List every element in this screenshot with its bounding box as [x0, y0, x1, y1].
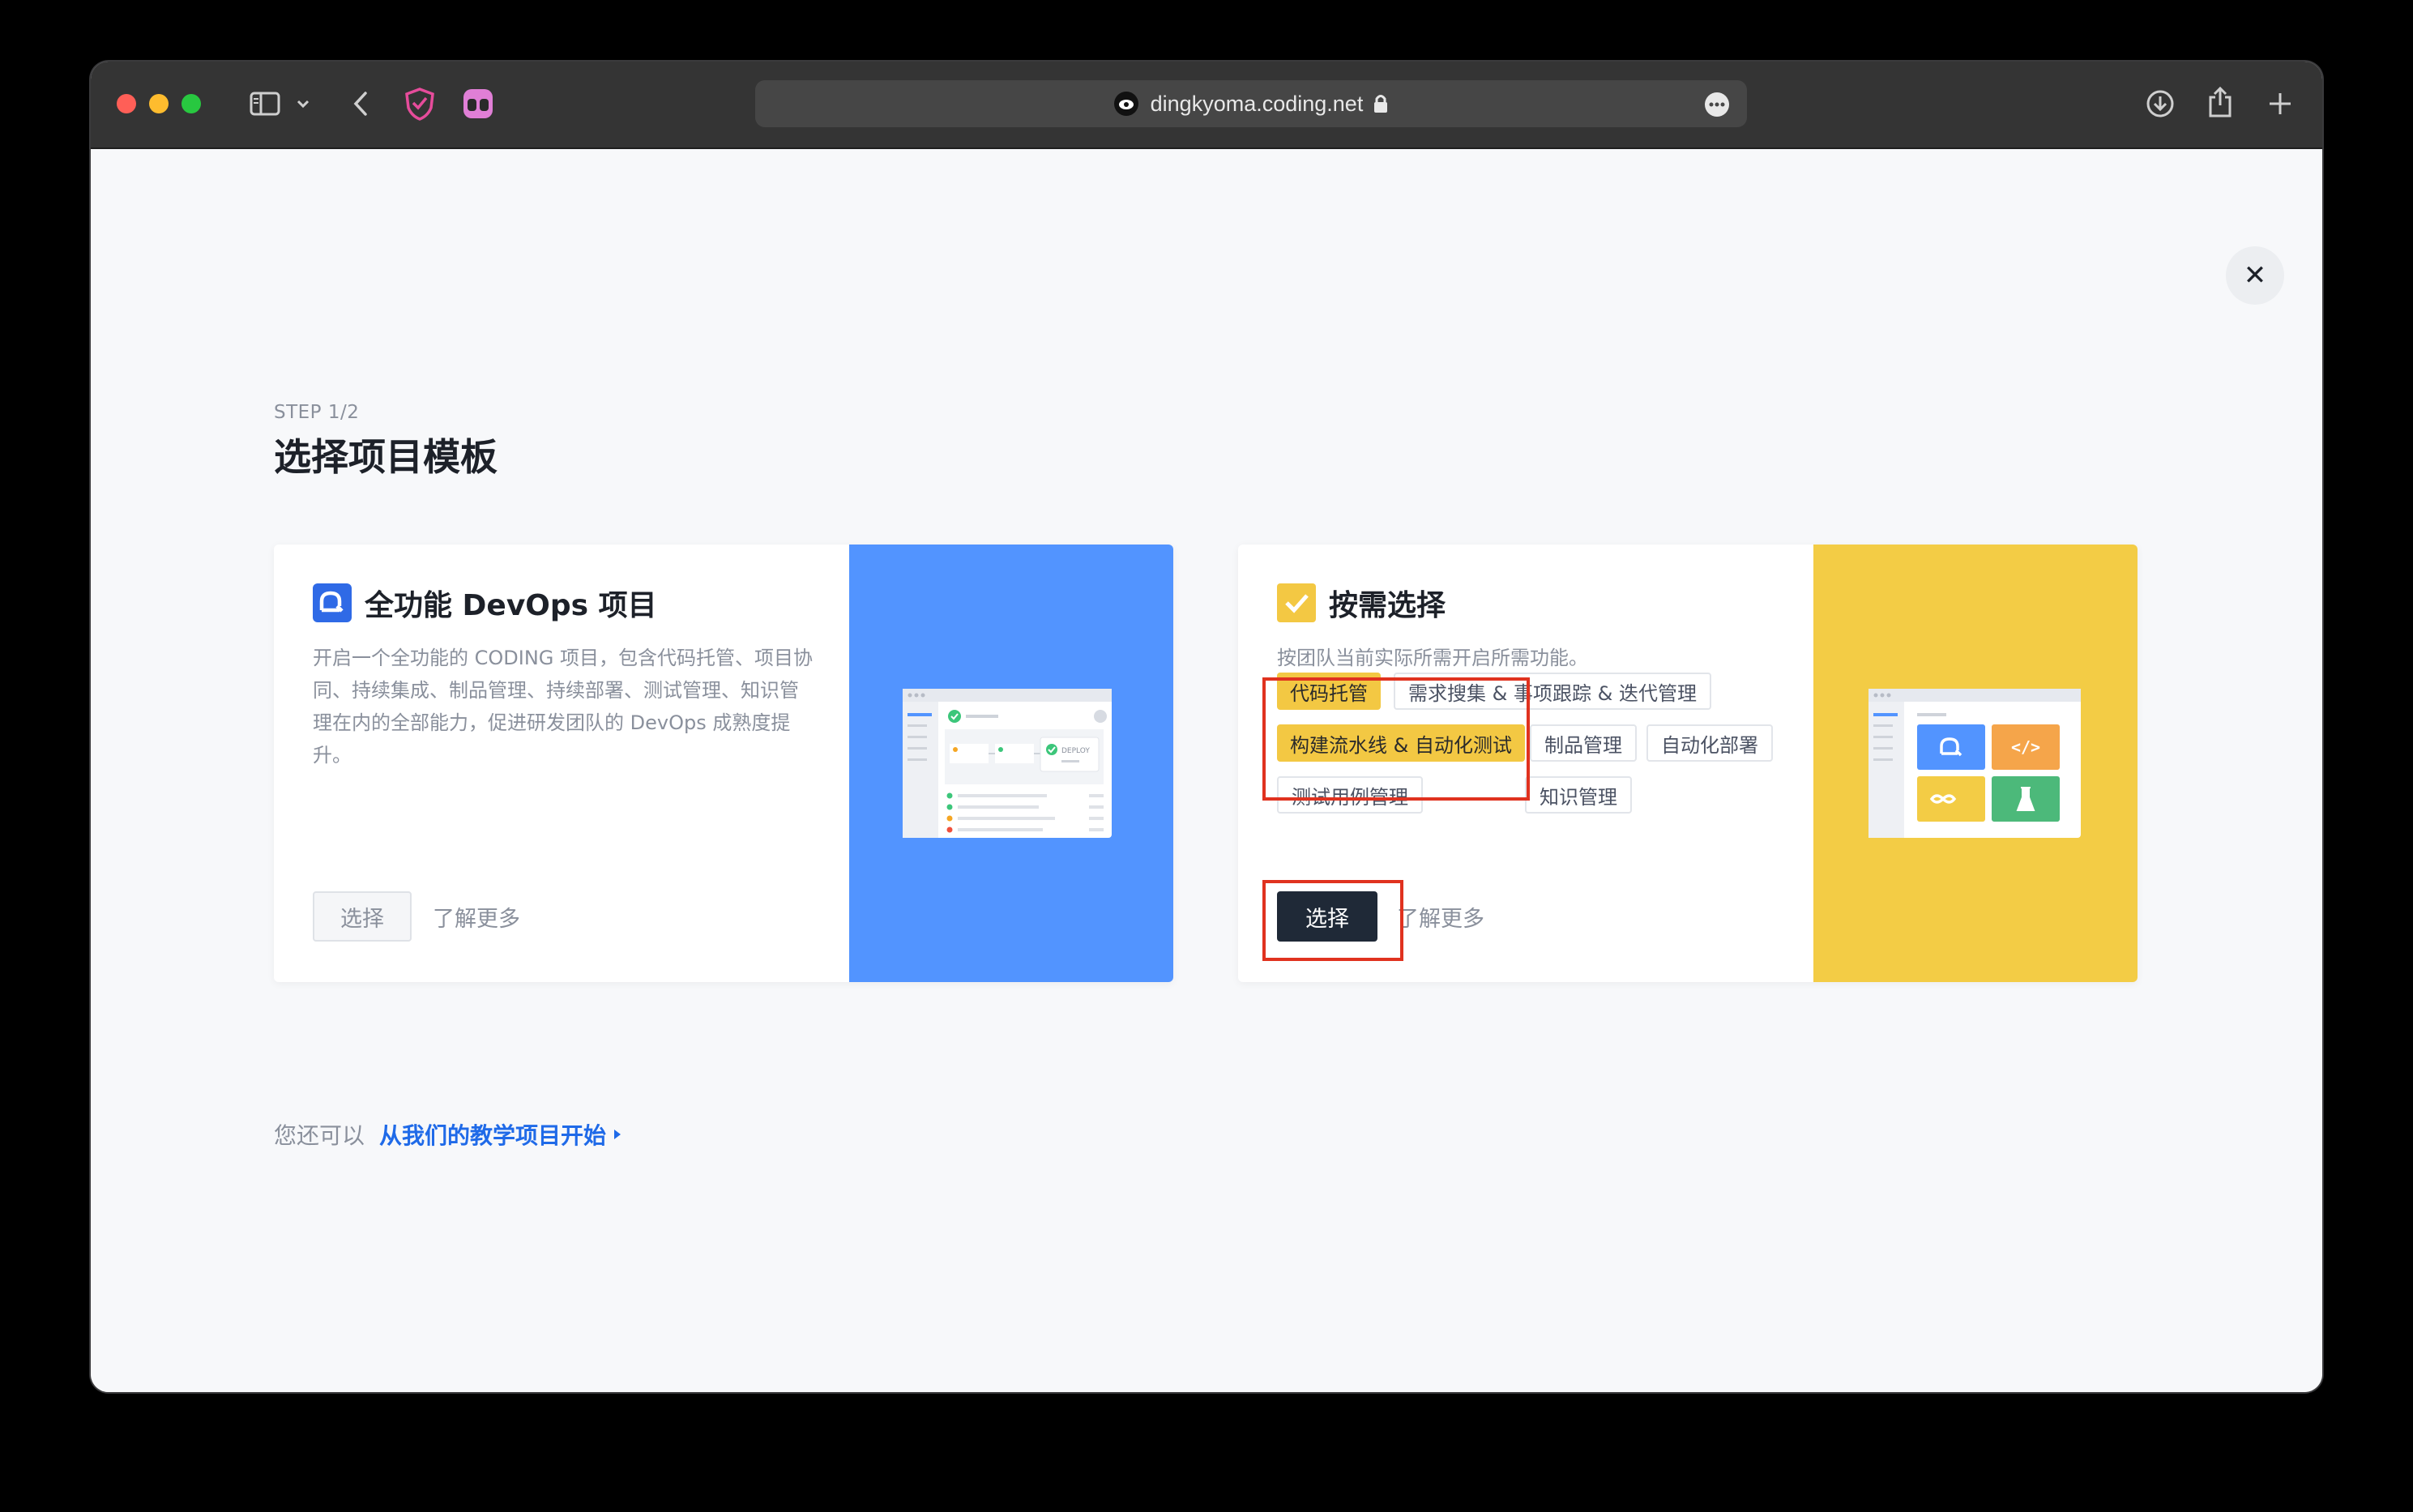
card-illustration: DEPLOY	[849, 545, 1173, 982]
learn-more-link[interactable]: 了解更多	[1397, 891, 1484, 942]
select-button[interactable]: 选择	[313, 891, 412, 942]
extension-icon[interactable]	[460, 86, 496, 122]
download-icon[interactable]	[2144, 88, 2176, 120]
modules-illustration: </>	[1868, 689, 2081, 838]
tutorial-project-link[interactable]: 从我们的教学项目开始	[379, 1118, 622, 1151]
address-bar[interactable]: dingkyoma.coding.net	[755, 80, 1747, 127]
caret-right-icon	[613, 1128, 622, 1141]
tutorial-link-text: 从我们的教学项目开始	[379, 1122, 607, 1149]
browser-window: dingkyoma.coding.net ✕ STEP 1/2 选择项目模板 全…	[91, 62, 2322, 1392]
highlight-selected-tags	[1262, 677, 1530, 801]
page-title: 选择项目模板	[274, 435, 498, 479]
more-icon[interactable]	[1703, 91, 1731, 118]
learn-more-link[interactable]: 了解更多	[433, 891, 520, 942]
back-icon[interactable]	[348, 89, 373, 118]
template-card-devops[interactable]: 全功能 DevOps 项目 开启一个全功能的 CODING 项目，包含代码托管、…	[274, 545, 1173, 982]
devops-illustration: DEPLOY	[903, 689, 1112, 838]
close-icon[interactable]: ✕	[2226, 246, 2284, 305]
minimize-window-button[interactable]	[149, 94, 169, 113]
tag-knowledge[interactable]: 知识管理	[1525, 776, 1632, 814]
tag-deploy[interactable]: 自动化部署	[1646, 724, 1773, 762]
card-title: 按需选择	[1329, 589, 1446, 622]
highlight-select-button	[1262, 880, 1403, 961]
tag-artifacts[interactable]: 制品管理	[1530, 724, 1637, 762]
site-favicon	[1113, 91, 1139, 117]
card-description: 按团队当前实际所需开启所需功能。	[1277, 647, 1588, 669]
step-indicator: STEP 1/2	[274, 402, 360, 423]
maximize-window-button[interactable]	[182, 94, 201, 113]
lock-icon	[1373, 93, 1389, 114]
card-description: 开启一个全功能的 CODING 项目，包含代码托管、项目协同、持续集成、制品管理…	[313, 647, 814, 767]
checkbox-icon[interactable]	[1277, 583, 1316, 622]
close-window-button[interactable]	[117, 94, 136, 113]
sidebar-icon[interactable]	[248, 89, 282, 118]
footer-prefix: 您还可以	[274, 1122, 365, 1149]
new-tab-icon[interactable]	[2264, 88, 2296, 120]
page-content: ✕ STEP 1/2 选择项目模板 全功能 DevOps 项目 开启一个全功能的…	[91, 149, 2322, 1392]
deploy-label: DEPLOY	[1061, 747, 1090, 755]
devops-logo-icon	[313, 583, 352, 622]
shield-icon[interactable]	[402, 86, 438, 122]
card-title: 全功能 DevOps 项目	[365, 589, 657, 622]
card-illustration: </>	[1813, 545, 2138, 982]
browser-toolbar: dingkyoma.coding.net	[91, 62, 2322, 149]
share-icon[interactable]	[2204, 84, 2236, 120]
url-text: dingkyoma.coding.net	[1150, 91, 1364, 116]
footer-note: 您还可以 从我们的教学项目开始	[274, 1118, 622, 1151]
chevron-down-icon[interactable]	[295, 94, 311, 113]
svg-text:</>: </>	[2011, 737, 2040, 757]
